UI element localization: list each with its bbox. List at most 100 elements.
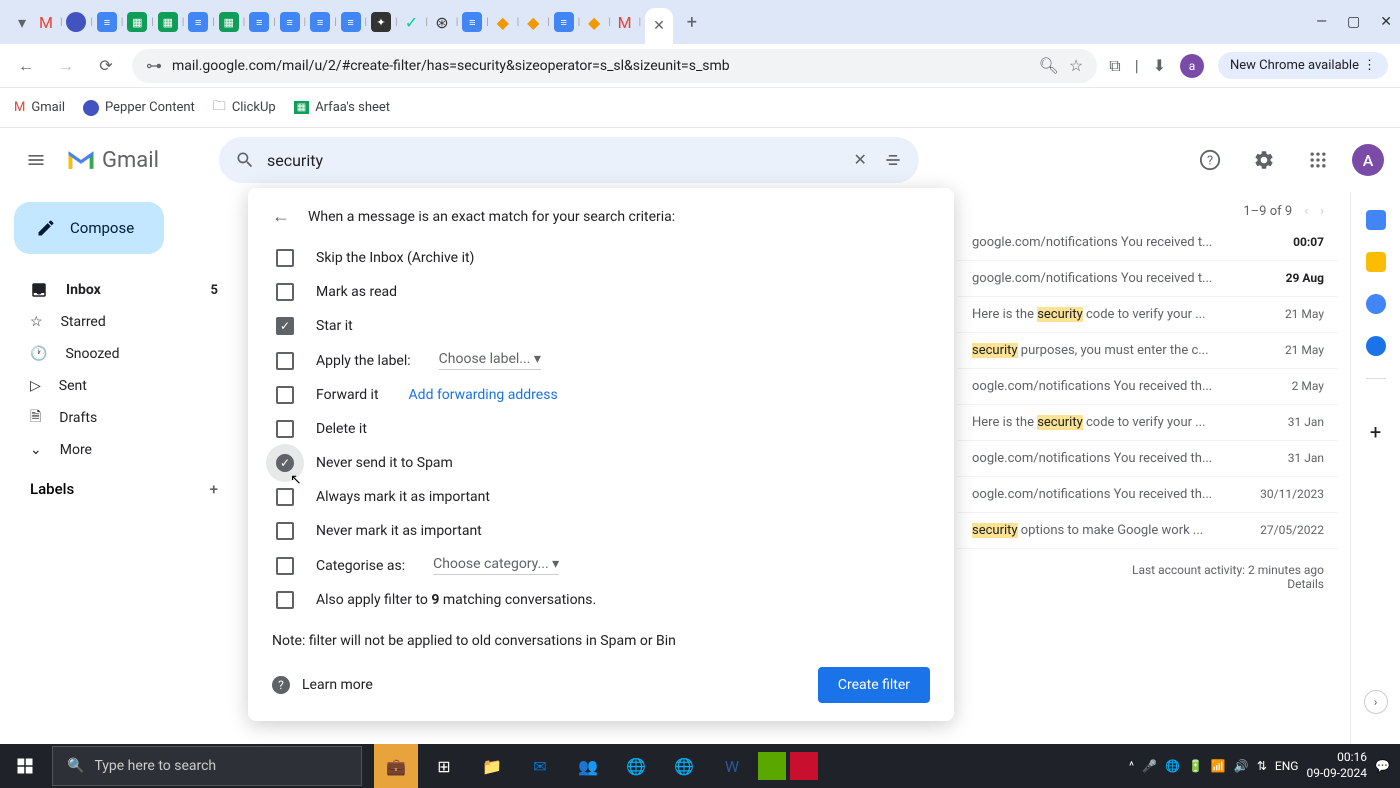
profile-chip[interactable]: a [1180, 54, 1204, 78]
tab-icon[interactable]: ≡ [341, 12, 361, 32]
nav-starred[interactable]: ☆ Starred [8, 306, 240, 338]
tab-icon[interactable]: ≡ [280, 12, 300, 32]
minimize-icon[interactable]: — [1316, 14, 1327, 30]
task-app-icon[interactable]: 💼 [374, 744, 418, 788]
select-dropdown[interactable]: Choose label... ▾ [439, 351, 541, 370]
calendar-icon[interactable] [1366, 210, 1386, 230]
back-icon[interactable]: ← [272, 206, 290, 227]
notifications-icon[interactable]: 💬 [1375, 759, 1390, 773]
filter-option-7[interactable]: Always mark it as important [272, 480, 930, 514]
mail-row[interactable]: Here is the security code to verify your… [958, 405, 1338, 441]
task-view-icon[interactable]: ⊞ [422, 744, 466, 788]
downloads-icon[interactable]: ⬇ [1153, 56, 1166, 75]
keep-icon[interactable] [1366, 252, 1386, 272]
filter-also-apply[interactable]: Also apply filter to 9 matching conversa… [272, 583, 930, 617]
checkbox[interactable] [276, 522, 294, 540]
filter-option-5[interactable]: Delete it [272, 412, 930, 446]
bookmark-pepper[interactable]: Pepper Content [83, 100, 195, 116]
tab-icon[interactable]: ≡ [462, 12, 482, 32]
add-label-icon[interactable]: + [210, 480, 218, 498]
checkbox[interactable] [276, 488, 294, 506]
mail-row[interactable]: oogle.com/notifications You received th.… [958, 477, 1338, 513]
filter-option-4[interactable]: Forward itAdd forwarding address [272, 378, 930, 412]
mail-row[interactable]: security purposes, you must enter the c.… [958, 333, 1338, 369]
nav-sent[interactable]: ▷ Sent [8, 370, 240, 402]
mail-row[interactable]: google.com/notifications You received t.… [958, 225, 1338, 261]
maximize-icon[interactable]: ▢ [1347, 14, 1360, 30]
checkbox[interactable] [276, 352, 294, 370]
expand-panel-icon[interactable]: › [1364, 690, 1388, 714]
add-addon-icon[interactable]: + [1370, 420, 1381, 444]
checkbox[interactable] [276, 591, 294, 609]
tab-icon[interactable] [66, 12, 86, 32]
tab-icon[interactable]: ⊛ [432, 12, 452, 32]
tab-icon[interactable]: ✦ [371, 12, 391, 32]
prev-page-icon[interactable]: ‹ [1304, 204, 1308, 219]
back-icon[interactable]: ← [12, 52, 40, 80]
outlook-icon[interactable]: ✉ [518, 744, 562, 788]
tab-icon[interactable]: ▦ [219, 12, 239, 32]
clear-search-icon[interactable]: ✕ [854, 150, 867, 170]
gmail-logo[interactable]: Gmail [66, 148, 159, 173]
reload-icon[interactable]: ⟳ [92, 52, 120, 80]
extensions-icon[interactable]: ⧉ [1109, 56, 1120, 76]
filter-option-9[interactable]: Categorise as:Choose category... ▾ [272, 548, 930, 583]
apps-icon[interactable] [1298, 140, 1338, 180]
chrome-icon-2[interactable]: 🌐 [662, 744, 706, 788]
mail-row[interactable]: oogle.com/notifications You received th.… [958, 441, 1338, 477]
mail-row[interactable]: oogle.com/notifications You received th.… [958, 369, 1338, 405]
word-icon[interactable]: W [710, 744, 754, 788]
new-tab-icon[interactable]: + [687, 12, 697, 33]
search-input[interactable] [267, 151, 842, 170]
bookmark-gmail[interactable]: MGmail [14, 100, 65, 115]
tray-battery-icon[interactable]: 🔋 [1188, 759, 1203, 773]
hamburger-icon[interactable] [16, 140, 56, 180]
tray-globe-icon[interactable]: 🌐 [1165, 759, 1180, 773]
nav-inbox[interactable]: Inbox 5 [8, 274, 240, 306]
active-tab[interactable]: ✕ [645, 8, 673, 44]
tab-icon[interactable]: ✓ [401, 12, 421, 32]
chrome-icon[interactable]: 🌐 [614, 744, 658, 788]
url-input[interactable]: ⊶ mail.google.com/mail/u/2/#create-filte… [132, 49, 1097, 83]
tab-icon[interactable]: M [36, 12, 56, 32]
mail-row[interactable]: google.com/notifications You received t.… [958, 261, 1338, 297]
tab-icon[interactable]: ≡ [554, 12, 574, 32]
checkbox[interactable] [276, 386, 294, 404]
tray-mic-icon[interactable]: 🎤 [1142, 759, 1157, 773]
close-icon[interactable]: ✕ [653, 18, 665, 34]
chrome-update-button[interactable]: New Chrome available ⋮ [1218, 52, 1388, 79]
tab-dropdown-icon[interactable]: ▾ [8, 8, 36, 36]
start-button[interactable] [0, 744, 50, 788]
contacts-icon[interactable] [1366, 336, 1386, 356]
tray-wifi-icon[interactable]: 📶 [1211, 759, 1226, 773]
taskbar-search[interactable]: 🔍 Type here to search [52, 746, 362, 786]
filter-option-8[interactable]: Never mark it as important [272, 514, 930, 548]
tray-sync-icon[interactable]: ⇅ [1257, 759, 1267, 773]
filter-option-1[interactable]: Mark as read [272, 275, 930, 309]
tab-icon[interactable]: ≡ [188, 12, 208, 32]
teams-icon[interactable]: 👥 [566, 744, 610, 788]
mail-row[interactable]: Here is the security code to verify your… [958, 297, 1338, 333]
filter-option-2[interactable]: Star it [272, 309, 930, 343]
tray-chevron-icon[interactable]: ^ [1129, 759, 1134, 773]
file-explorer-icon[interactable]: 📁 [470, 744, 514, 788]
tab-icon[interactable]: ◆ [493, 12, 513, 32]
select-dropdown[interactable]: Choose category... ▾ [433, 556, 559, 575]
close-window-icon[interactable]: ✕ [1380, 14, 1392, 30]
mail-row[interactable]: security options to make Google work ...… [958, 513, 1338, 549]
nav-drafts[interactable]: 🗎 Drafts [8, 402, 240, 434]
create-filter-button[interactable]: Create filter [818, 667, 930, 703]
bookmark-arfaa[interactable]: ▦Arfaa's sheet [294, 100, 390, 115]
compose-button[interactable]: Compose [14, 202, 164, 254]
checkbox[interactable] [276, 283, 294, 301]
camtasia-icon-2[interactable] [790, 752, 818, 780]
tab-icon[interactable]: ≡ [310, 12, 330, 32]
nav-more[interactable]: ⌄ More [8, 434, 240, 466]
next-page-icon[interactable]: › [1320, 204, 1324, 219]
forward-icon[interactable]: → [52, 52, 80, 80]
tab-icon[interactable]: ◆ [523, 12, 543, 32]
filter-option-6[interactable]: Never send it to Spam [272, 446, 930, 480]
search-options-icon[interactable] [883, 150, 903, 170]
details-link[interactable]: Details [972, 577, 1324, 591]
star-icon[interactable]: ☆ [1069, 56, 1083, 75]
